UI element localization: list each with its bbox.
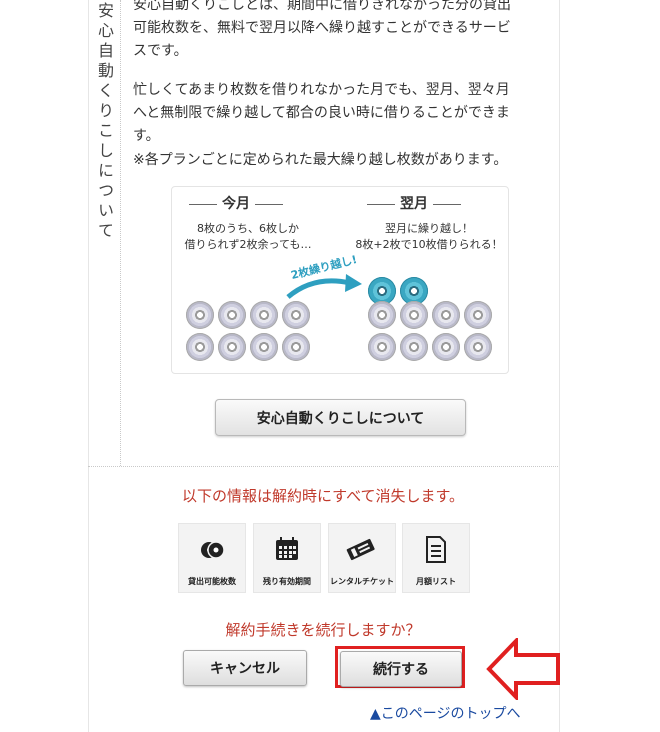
disc-icon [282,301,310,329]
disc-icon [464,333,492,361]
about-carryover-button[interactable]: 安心自動くりこしについて [215,399,466,436]
carryover-illustration: 今月 8枚のうち、6枚しか 借りられず2枚余っても… 翌月 翌月に繰り越し！ 8… [171,186,509,374]
next-month-title: 翌月 [362,193,466,213]
description-line: へと無制限で繰り越して都合の良い時に借りることができま [133,105,510,121]
pointer-arrow-icon [486,638,560,700]
disc-icon [186,301,214,329]
disc-icon [250,301,278,329]
section-divider [88,466,558,467]
next-month-caption-line: 翌月に繰り越し！ [385,222,473,235]
calendar-icon [276,537,298,560]
this-month-caption-line: 8枚のうち、6枚しか [197,222,299,235]
info-tile-label: 貸出可能枚数 [188,577,236,586]
disc-icon [464,301,492,329]
description-line: 忙しくてあまり枚数を借りれなかった月でも、翌月、翌々月 [133,82,510,98]
disc-icon [218,301,246,329]
cancel-button[interactable]: キャンセル [183,650,307,686]
disc-icon [400,301,428,329]
info-tile-rental-ticket: レンタルチケット [328,523,396,593]
this-month-caption: 8枚のうち、6枚しか 借りられず2枚余っても… [174,221,322,253]
disc-icon [186,333,214,361]
side-divider [120,0,121,466]
section-side-title: 安心自動くりこしについて [95,2,114,242]
info-tile-monthly-list: 月額リスト [402,523,470,593]
next-month-caption: 翌月に繰り越し！ 8枚+2枚で10枚借りられる！ [350,221,508,253]
info-tile-label: 月額リスト [416,577,456,586]
confirm-question: 解約手続きを続行しますか？ [225,621,421,639]
info-tile-lendable-count: 貸出可能枚数 [178,523,246,593]
disc-icon [432,301,460,329]
description-line: 可能枚数を、無料で翌月以降へ繰り越すことができるサービ [133,20,511,36]
next-month-caption-line: 8枚+2枚で10枚借りられる！ [355,238,503,251]
info-tile-remaining-period: 残り有効期間 [253,523,321,593]
description-line: 安心自動くりこしとは、期間中に借りきれなかった分の貸出 [133,0,511,13]
info-tile-label: レンタルチケット [330,577,394,586]
this-month-title: 今月 [184,193,288,213]
this-month-caption-line: 借りられず2枚余っても… [184,238,312,251]
description-line: す。 [133,128,160,144]
description-line: スです。 [133,43,188,59]
disc-icon [368,301,396,329]
page-top-link[interactable]: ▲このページのトップへ [370,703,521,723]
info-tile-label: 残り有効期間 [263,577,311,586]
disc-icon [250,333,278,361]
disc-icon [432,333,460,361]
disc-icon [201,541,224,559]
disc-icon [400,333,428,361]
disc-icon [368,333,396,361]
disc-icon [282,333,310,361]
ticket-icon [346,538,375,561]
disc-icon [218,333,246,361]
continue-button[interactable]: 続行する [340,651,462,687]
carryover-limit-note: ※各プランごとに定められた最大繰り越し枚数があります。 [133,152,508,168]
warning-text: 以下の情報は解約時にすべて消失します。 [181,487,464,505]
list-icon [426,536,446,563]
